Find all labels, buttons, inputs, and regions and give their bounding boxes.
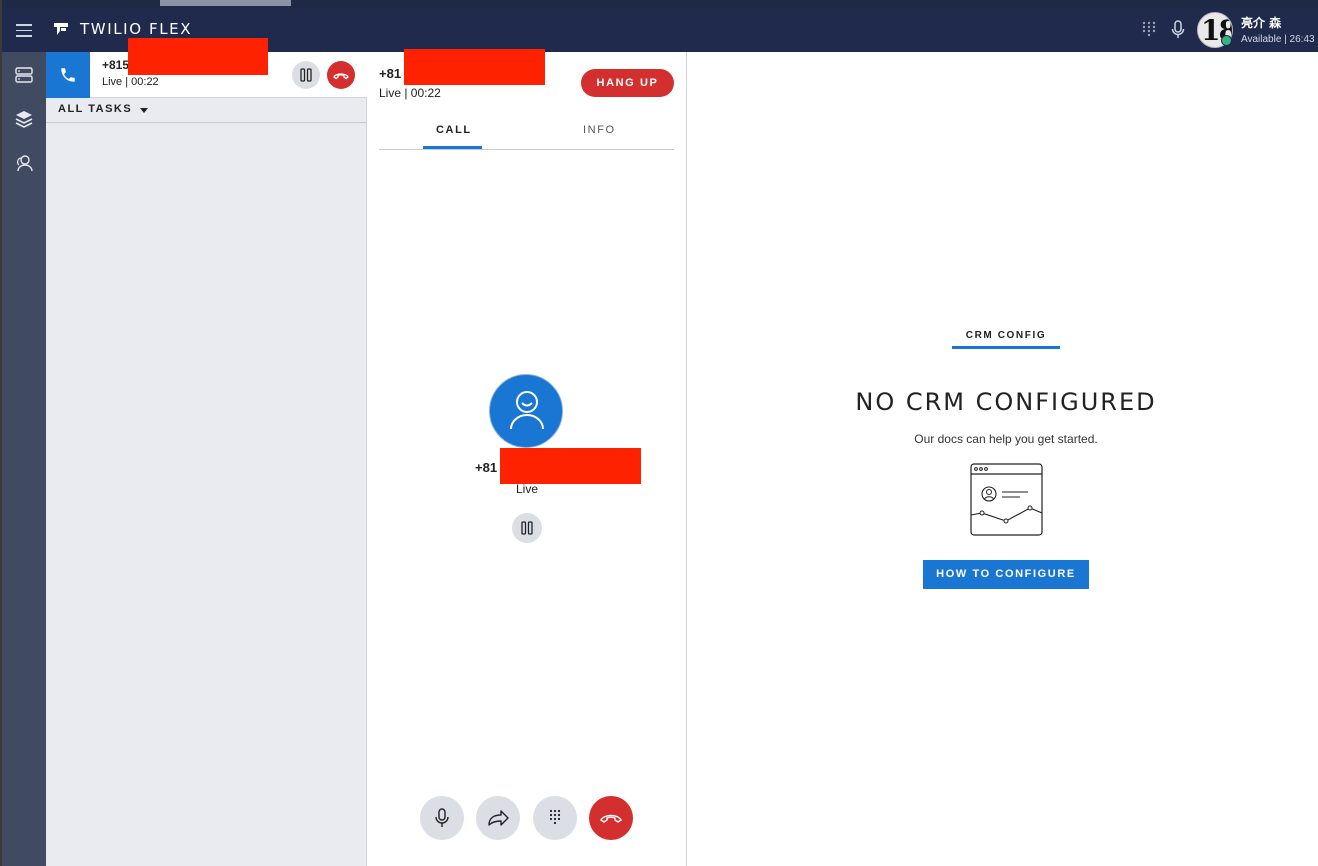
crm-subtitle: Our docs can help you get started.	[914, 432, 1098, 446]
participant-hold-button[interactable]	[512, 513, 542, 543]
task-title: +815	[102, 58, 130, 72]
call-canvas: +81 Live | 00:22 HANG UP CALL INFO +81 L…	[367, 49, 687, 866]
caller-avatar	[489, 374, 563, 448]
user-icon	[510, 391, 544, 430]
dialpad-icon	[549, 809, 561, 825]
hold-button[interactable]	[292, 61, 320, 89]
user-name[interactable]: 亮介 森	[1241, 14, 1281, 31]
dialpad-button[interactable]	[533, 796, 577, 840]
caller-status: Live	[515, 482, 538, 496]
task-channel-badge	[46, 52, 90, 98]
tab-info[interactable]: INFO	[583, 124, 616, 136]
task-status: Live | 00:22	[102, 76, 159, 88]
hangup-task-button[interactable]	[327, 61, 355, 89]
call-tabs: CALL INFO	[379, 122, 674, 150]
transfer-button[interactable]	[476, 796, 520, 840]
side-nav	[2, 52, 46, 866]
mute-button[interactable]	[420, 796, 464, 840]
microphone-icon[interactable]	[1170, 20, 1186, 40]
redaction-box	[404, 49, 545, 85]
task-list-panel: +815 Live | 00:22 ALL TASKS	[46, 38, 367, 866]
crm-tab-indicator	[952, 346, 1060, 349]
pause-icon	[521, 521, 533, 535]
user-activity-status[interactable]: Available | 26:43	[1241, 34, 1315, 45]
brand-title: TWILIO FLEX	[80, 20, 193, 38]
dialpad-icon[interactable]	[1141, 21, 1157, 37]
how-to-configure-button[interactable]: HOW TO CONFIGURE	[923, 560, 1089, 589]
active-tab-indicator	[423, 146, 482, 149]
microphone-icon	[435, 808, 449, 827]
menu-icon[interactable]	[16, 20, 32, 38]
call-number: +81	[379, 66, 402, 81]
hang-up-button[interactable]: HANG UP	[581, 69, 674, 97]
redaction-box	[128, 38, 268, 75]
availability-status-icon	[1221, 35, 1232, 46]
crm-panel: CRM CONFIG NO CRM CONFIGURED Our docs ca…	[687, 52, 1318, 866]
caret-down-icon[interactable]	[140, 108, 148, 113]
hangup-phone-icon	[333, 73, 349, 80]
task-filter-label[interactable]: ALL TASKS	[58, 103, 132, 115]
end-call-button[interactable]	[589, 796, 633, 840]
agent-desktop-icon[interactable]	[14, 65, 34, 85]
tab-call[interactable]: CALL	[436, 124, 472, 136]
redaction-box	[500, 448, 641, 484]
twilio-flex-logo-icon	[54, 23, 68, 35]
call-status: Live | 00:22	[379, 86, 441, 100]
task-card[interactable]: +815 Live | 00:22	[46, 38, 367, 98]
crm-title: NO CRM CONFIGURED	[855, 388, 1157, 416]
task-filter[interactable]: ALL TASKS	[46, 99, 367, 123]
teams-layers-icon[interactable]	[14, 109, 34, 129]
caller-number: +81	[475, 460, 498, 475]
transfer-arrow-icon	[488, 810, 509, 826]
phone-icon	[61, 68, 75, 82]
supervisor-icon[interactable]	[14, 153, 34, 173]
crm-browser-illustration-icon	[970, 463, 1043, 536]
hangup-phone-icon	[600, 814, 622, 823]
flex-app: TWILIO FLEX 18 亮介 森 Available | 26:43 +8…	[2, 0, 1318, 866]
browser-tab-strip	[2, 0, 1318, 8]
browser-tab-active[interactable]	[160, 0, 291, 6]
pause-icon	[300, 68, 312, 82]
crm-config-tab[interactable]: CRM CONFIG	[952, 330, 1060, 341]
